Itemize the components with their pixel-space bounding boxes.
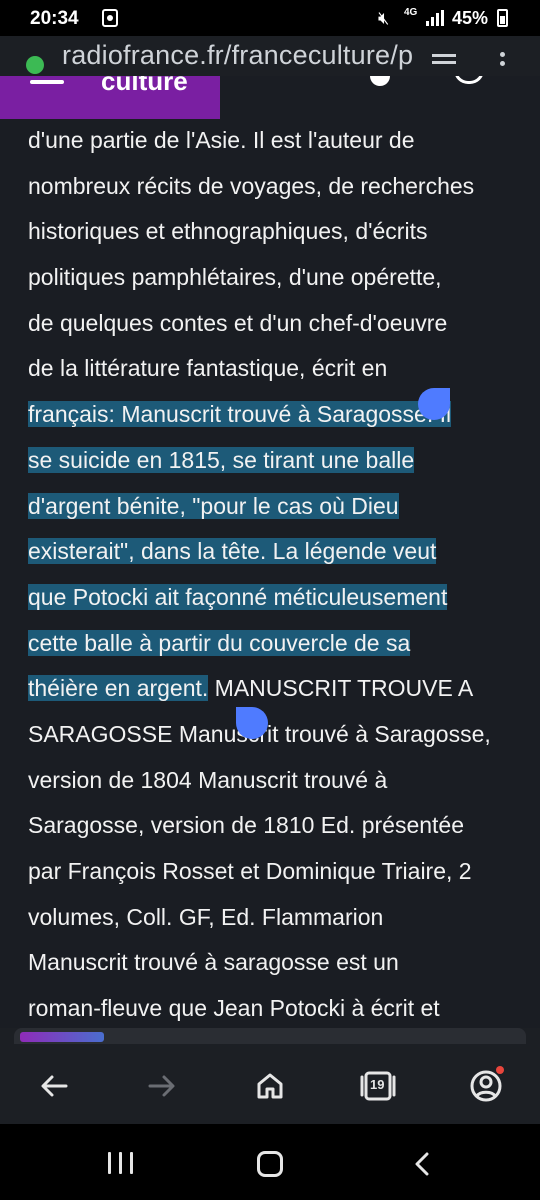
article-text: d'une partie de l'Asie. Il est l'auteur … [28, 118, 540, 1028]
selected-text[interactable]: théière en argent. [28, 675, 209, 702]
forward-button[interactable] [144, 1068, 180, 1104]
forward-arrow-icon [148, 1075, 175, 1097]
selected-text[interactable]: existerait", dans la tête. La légende ve… [28, 538, 437, 565]
article-line: SARAGOSSE Manuscrit trouvé à Saragosse, [28, 720, 491, 747]
selected-text[interactable]: d'argent bénite, "pour le cas où Dieu [28, 492, 399, 519]
article-line: d'une partie de l'Asie. Il est l'auteur … [28, 127, 415, 153]
account-button[interactable] [468, 1066, 504, 1104]
home-icon [257, 1073, 283, 1099]
article-line: de la littérature fantastique, écrit en [28, 355, 388, 382]
battery-icon [497, 9, 508, 27]
selected-text[interactable]: que Potocki ait façonné méticuleusement [28, 583, 448, 610]
audio-icon[interactable] [370, 76, 390, 86]
selected-text[interactable]: français: Manuscrit trouvé à Saragosse. … [28, 401, 452, 428]
battery-percent: 45% [452, 8, 489, 28]
article-line: historiques et ethnographiques, d'écrits [28, 218, 428, 245]
site-name[interactable]: culture [101, 76, 188, 97]
signal-icon [426, 10, 444, 26]
site-header: culture [0, 76, 220, 119]
article-line: nombreux récits de voyages, de recherche… [28, 172, 475, 199]
more-options-icon[interactable] [500, 52, 506, 76]
tab-count: 19 [370, 1077, 385, 1092]
system-back-icon[interactable] [414, 1152, 430, 1176]
article-line: par François Rosset et Dominique Triaire… [28, 858, 472, 884]
article-line: de quelques contes et d'un chef-d'oeuvre [28, 309, 448, 336]
notification-icon [102, 9, 118, 27]
article-line: version de 1804 Manuscrit trouvé à [28, 766, 388, 793]
article-line-rest: MANUSCRIT TROUVE A [208, 675, 474, 702]
secure-icon [26, 56, 44, 74]
article-line: roman-fleuve que Jean Potocki à écrit et [28, 995, 440, 1022]
status-time: 20:34 [30, 8, 79, 29]
selection-end-handle[interactable] [236, 707, 268, 739]
media-preview-strip[interactable] [14, 1028, 526, 1044]
tabs-button[interactable]: 19 [360, 1068, 396, 1104]
article-line: Manuscrit trouvé à saragosse est un [28, 949, 399, 976]
url-text[interactable]: radiofrance.fr/franceculture/p [62, 40, 413, 71]
hamburger-icon[interactable] [30, 80, 64, 86]
notification-dot [496, 1066, 504, 1074]
article-line: Saragosse, version de 1810 Ed. présentée [28, 812, 465, 839]
menu-icon[interactable] [432, 54, 456, 70]
back-arrow-icon [41, 1075, 68, 1097]
selected-text[interactable]: se suicide en 1815, se tirant une balle [28, 446, 415, 473]
recent-apps-icon[interactable] [108, 1152, 134, 1174]
status-bar: 20:34 🔇︎ 4G 45% [0, 0, 540, 36]
article-line: volumes, Coll. GF, Ed. Flammarion [28, 903, 384, 930]
system-home-icon[interactable] [257, 1151, 283, 1177]
browser-toolbar: 19 [0, 1028, 540, 1124]
selected-text[interactable]: cette balle à partir du couvercle de sa [28, 629, 411, 656]
web-page: culture d'une partie de l'Asie. Il est l… [0, 76, 540, 1028]
article-line: politiques pamphlétaires, d'une opérette… [28, 264, 442, 291]
home-button[interactable] [252, 1068, 288, 1104]
selection-start-handle[interactable] [418, 388, 450, 420]
back-button[interactable] [36, 1068, 72, 1104]
search-icon[interactable] [454, 76, 484, 84]
system-nav-bar [0, 1124, 540, 1200]
network-type: 4G [404, 7, 418, 18]
url-bar[interactable]: radiofrance.fr/franceculture/p [0, 36, 540, 76]
mute-icon: 🔇︎ [378, 8, 390, 28]
